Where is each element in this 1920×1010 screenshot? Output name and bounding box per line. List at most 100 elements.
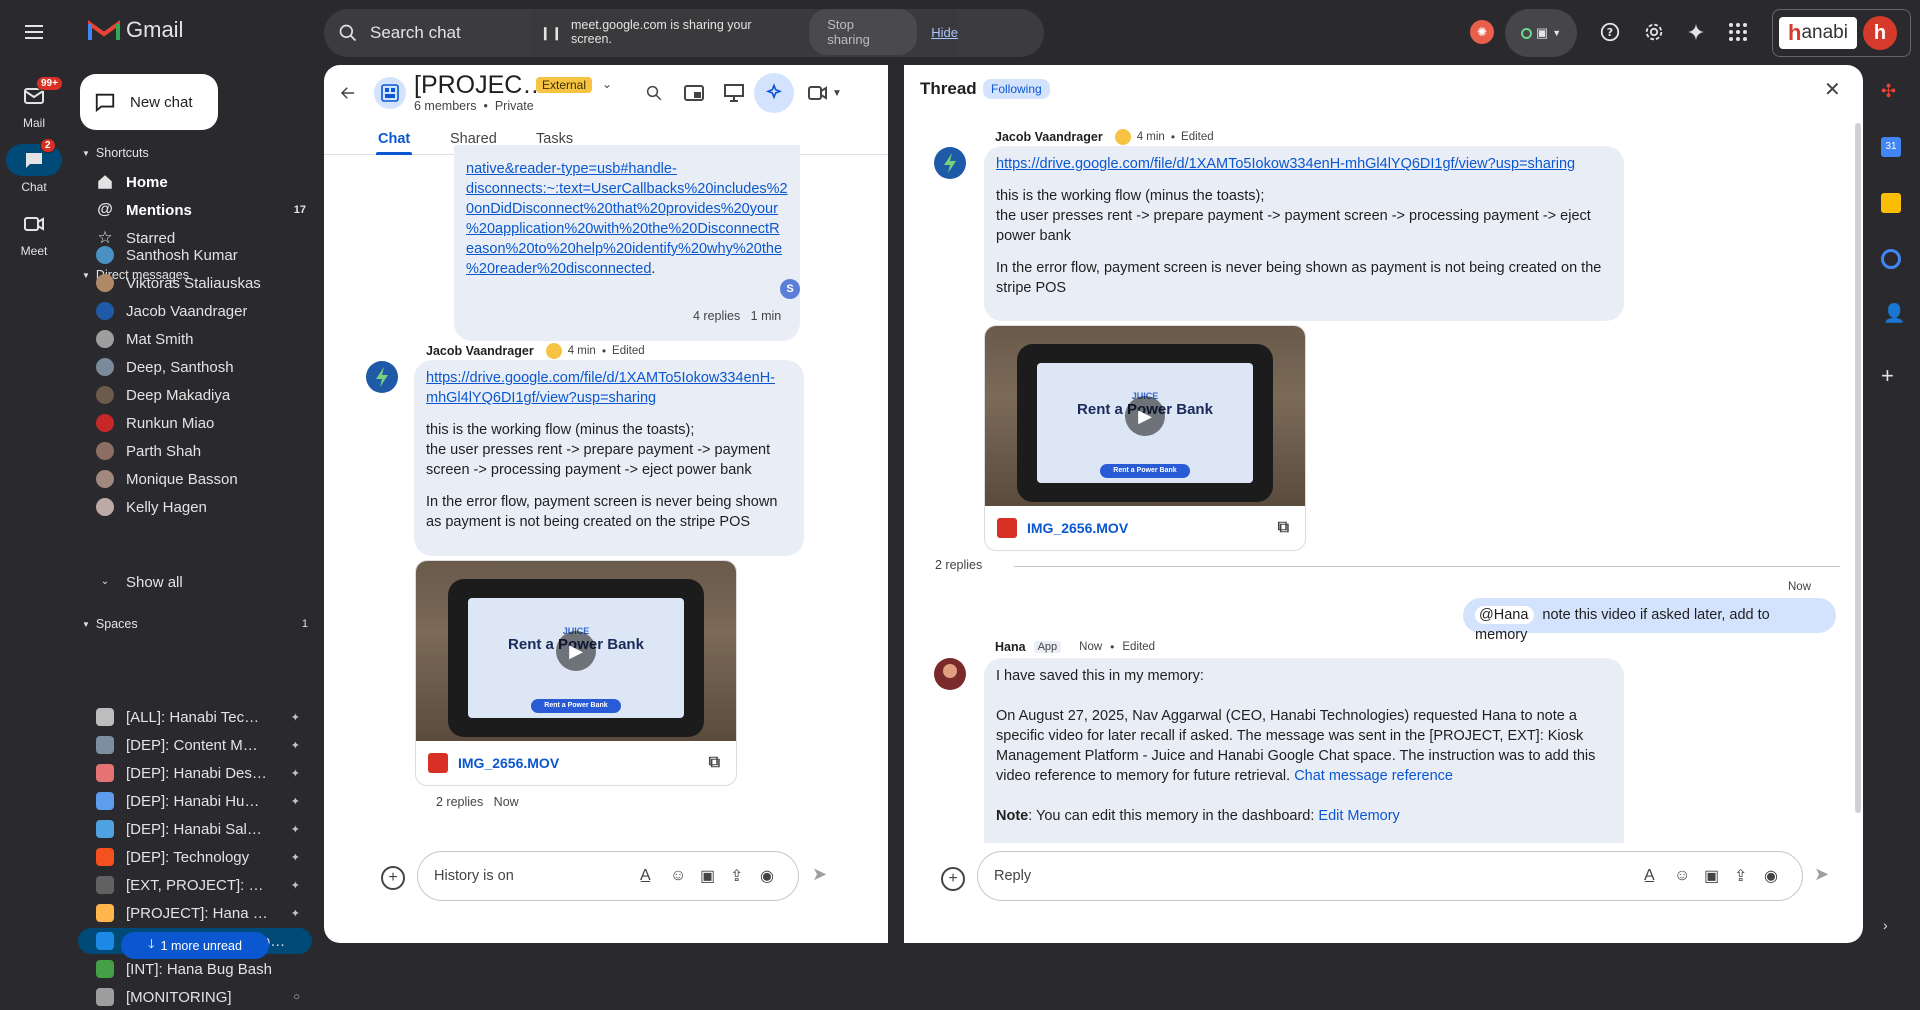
dm-item[interactable]: Runkun Miao — [78, 410, 312, 436]
following-button[interactable]: Following — [983, 79, 1050, 99]
expand-panel-icon[interactable]: › — [1883, 917, 1888, 933]
thread-replies-link[interactable]: 2 replies Now — [436, 795, 519, 809]
reply-placeholder[interactable]: Reply — [994, 868, 1031, 884]
dm-item[interactable]: Viktoras Staliauskas — [78, 270, 312, 296]
pin-icon[interactable]: ✦ — [291, 879, 300, 892]
apps-grid-icon[interactable] — [1720, 14, 1756, 50]
jacob-sender-name[interactable]: Jacob Vaandrager — [426, 344, 534, 358]
emoji-icon[interactable]: ☺ — [670, 867, 686, 885]
shortcut-mentions[interactable]: @ Mentions 17 — [78, 197, 312, 223]
message-composer[interactable]: History is on A̲ ☺ ▣ ⇪ ◉ — [417, 851, 799, 901]
pip-icon[interactable] — [680, 79, 708, 107]
pin-icon[interactable]: ✦ — [291, 711, 300, 724]
thread-jacob-avatar[interactable] — [934, 147, 966, 179]
title-chevron-down-icon[interactable]: ⌄ — [602, 77, 612, 91]
search-in-chat-icon[interactable] — [640, 79, 668, 107]
new-chat-button[interactable]: New chat — [80, 74, 218, 130]
copy-icon[interactable]: ⧉ — [1278, 519, 1289, 537]
copy-icon[interactable]: ⧉ — [709, 754, 720, 772]
settings-gear-icon[interactable] — [1636, 14, 1672, 50]
video-call-button[interactable]: ▼ — [808, 77, 858, 109]
video-attachment[interactable]: JUICERent a Power BankRent a Power Bank … — [415, 560, 737, 786]
pin-icon[interactable]: ✦ — [291, 907, 300, 920]
record-video-icon[interactable]: ◉ — [1764, 866, 1778, 886]
send-icon[interactable]: ➤ — [812, 864, 827, 885]
more-unread-button[interactable]: 🡓 1 more unread — [121, 932, 269, 959]
record-video-icon[interactable]: ◉ — [760, 866, 774, 886]
thread-video-filename-row[interactable]: IMG_2656.MOV ⧉ — [985, 506, 1305, 550]
video-thumbnail[interactable]: JUICERent a Power BankRent a Power Bank … — [416, 561, 736, 741]
drive-link[interactable]: https://drive.google.com/file/d/1XAMTo5I… — [426, 368, 792, 408]
gif-icon[interactable]: ▣ — [1704, 866, 1719, 886]
add-attachment-icon[interactable]: + — [381, 866, 405, 890]
previous-replies[interactable]: 4 replies 1 min — [693, 309, 781, 323]
upload-icon[interactable]: ⇪ — [1734, 866, 1747, 886]
tasks-icon[interactable] — [1881, 249, 1901, 269]
search-input[interactable]: Search chat — [370, 23, 461, 43]
space-item[interactable]: [MONITORING] ○ — [78, 984, 312, 1010]
space-item[interactable]: [DEP]: Technology ✦ — [78, 844, 312, 870]
thread-scrollbar[interactable] — [1855, 123, 1861, 813]
play-icon[interactable]: ▶ — [556, 631, 596, 671]
rail-mail[interactable]: 99+ Mail — [0, 76, 68, 130]
reaction-avatar[interactable]: S — [780, 279, 800, 299]
space-item[interactable]: [DEP]: Content M… ✦ — [78, 732, 312, 758]
pin-icon[interactable]: ✦ — [291, 823, 300, 836]
apps-integration-icon[interactable] — [754, 73, 794, 113]
pin-icon[interactable]: ✦ — [291, 739, 300, 752]
space-item[interactable]: [DEP]: Hanabi Hu… ✦ — [78, 788, 312, 814]
account-brand[interactable]: h anabi h — [1772, 9, 1911, 57]
thread-parent-sender[interactable]: Jacob Vaandrager — [995, 130, 1103, 144]
emoji-icon[interactable]: ☺ — [1674, 867, 1690, 885]
hana-mention-chip[interactable]: @Hana — [1475, 606, 1535, 624]
gif-icon[interactable]: ▣ — [700, 866, 715, 886]
add-addon-icon[interactable]: + — [1881, 363, 1894, 389]
dm-item[interactable]: Parth Shah — [78, 438, 312, 464]
show-all-button[interactable]: ⌄ Show all — [78, 569, 312, 595]
close-icon[interactable]: ✕ — [1824, 77, 1841, 102]
status-selector[interactable]: ▣ ▼ — [1505, 9, 1577, 57]
dm-item[interactable]: Jacob Vaandrager — [78, 298, 312, 324]
calendar-icon[interactable]: 31 — [1881, 137, 1901, 157]
space-item[interactable]: [INT]: Hana Bug Bash — [78, 956, 312, 982]
dm-item[interactable]: Deep, Santhosh — [78, 354, 312, 380]
format-text-icon[interactable]: A̲ — [1644, 867, 1655, 885]
dm-item[interactable]: Santhosh Kumar — [78, 242, 312, 268]
previous-message-link[interactable]: native&reader-type=usb#handle-disconnect… — [466, 159, 788, 279]
chat-message-reference-link[interactable]: Chat message reference — [1294, 768, 1453, 784]
format-text-icon[interactable]: A̲ — [640, 867, 651, 885]
contacts-icon[interactable]: 👤 — [1883, 303, 1905, 324]
pin-icon[interactable]: ✦ — [291, 851, 300, 864]
add-attachment-icon[interactable]: + — [941, 867, 965, 891]
pin-icon[interactable]: ✦ — [291, 795, 300, 808]
rail-meet[interactable]: Meet — [0, 208, 68, 258]
space-item[interactable]: [DEP]: Hanabi Des… ✦ — [78, 760, 312, 786]
account-avatar[interactable]: h — [1863, 16, 1897, 50]
upload-icon[interactable]: ⇪ — [730, 866, 743, 886]
space-item[interactable]: [PROJECT]: Hana … ✦ — [78, 900, 312, 926]
help-icon[interactable]: ? — [1592, 14, 1628, 50]
keep-icon[interactable] — [1881, 193, 1901, 213]
search-icon[interactable] — [338, 23, 358, 43]
back-arrow-icon[interactable] — [334, 79, 362, 107]
dm-item[interactable]: Monique Basson — [78, 466, 312, 492]
shortcut-home[interactable]: Home — [78, 169, 312, 195]
space-subtitle[interactable]: 6 members • Private — [414, 99, 534, 113]
rail-chat[interactable]: 2 Chat — [0, 138, 68, 194]
spaces-header[interactable]: ▼ Spaces 1 — [82, 617, 308, 631]
space-item[interactable]: [DEP]: Hanabi Sal… ✦ — [78, 816, 312, 842]
play-icon[interactable]: ▶ — [1125, 396, 1165, 436]
thread-drive-link[interactable]: https://drive.google.com/file/d/1XAMTo5I… — [996, 154, 1612, 174]
dm-item[interactable]: Mat Smith — [78, 326, 312, 352]
reply-composer[interactable]: Reply A̲ ☺ ▣ ⇪ ◉ — [977, 851, 1803, 901]
pin-icon[interactable]: ✦ — [291, 767, 300, 780]
hana-app-icon[interactable]: ✣ — [1881, 81, 1903, 103]
thread-video-attachment[interactable]: JUICERent a Power BankRent a Power Bank … — [984, 325, 1306, 551]
edit-memory-link[interactable]: Edit Memory — [1318, 808, 1399, 824]
main-menu-icon[interactable] — [22, 20, 46, 44]
space-title[interactable]: [PROJEC… — [414, 71, 547, 100]
stop-sharing-button[interactable]: Stop sharing — [809, 9, 918, 55]
composer-placeholder[interactable]: History is on — [434, 868, 514, 884]
dm-item[interactable]: Kelly Hagen — [78, 494, 312, 520]
hana-avatar[interactable] — [934, 658, 966, 690]
